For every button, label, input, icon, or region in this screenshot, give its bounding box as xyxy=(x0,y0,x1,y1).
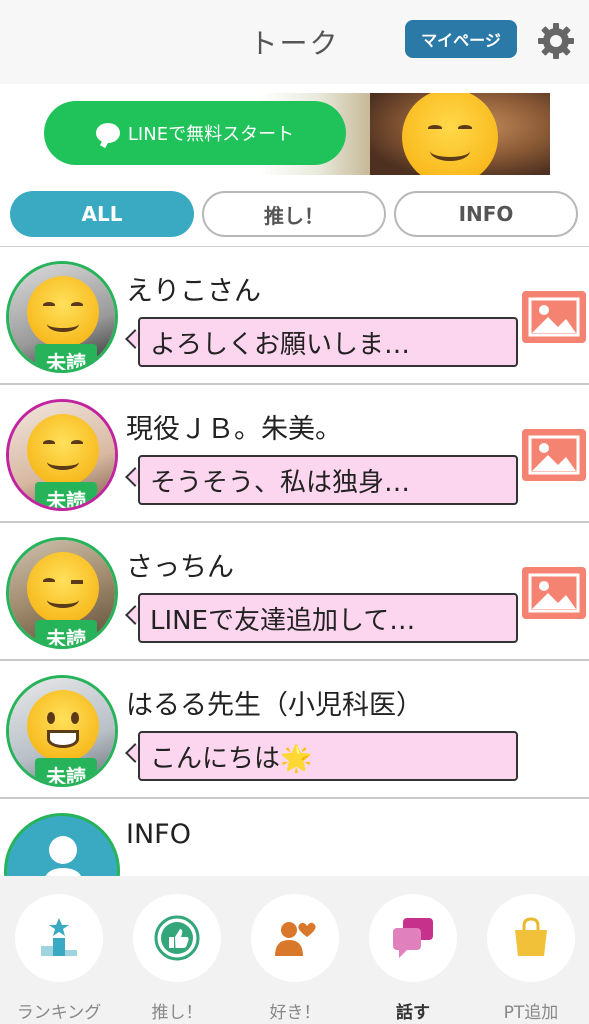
thumbs-up-icon xyxy=(154,915,200,961)
message-bubble: こんにちは🌟 xyxy=(138,731,518,781)
emoji-eye xyxy=(428,125,442,131)
nav-item-hanasu[interactable]: 話す xyxy=(354,876,472,1024)
nav-label: ランキング xyxy=(16,1003,102,1023)
nav-item-oshi[interactable]: 推し！ xyxy=(118,876,236,1024)
chat-name: INFO xyxy=(126,819,191,850)
tab-all[interactable]: ALL xyxy=(10,191,194,237)
message-bubble: LINEで友達追加して… xyxy=(138,593,518,643)
message-bubble: そうそう、私は独身… xyxy=(138,455,518,505)
filter-tabs: ALL 推し！ INFO xyxy=(0,188,589,242)
photo-icon[interactable] xyxy=(522,291,586,343)
blushing-emoji-icon xyxy=(27,414,99,486)
emoji-mouth xyxy=(47,316,79,332)
emoji-eye xyxy=(71,440,83,446)
promo-banner[interactable]: LINEで無料スタート xyxy=(40,93,550,175)
tab-info[interactable]: INFO xyxy=(394,191,578,237)
emoji-mouth xyxy=(47,454,79,470)
emoji-eye xyxy=(43,302,55,308)
chat-row-eriko[interactable]: 未読 えりこさん よろしくお願いしま… xyxy=(0,247,589,385)
line-start-button[interactable]: LINEで無料スタート xyxy=(44,101,346,165)
info-avatar[interactable] xyxy=(4,813,120,876)
tab-oshi[interactable]: 推し！ xyxy=(202,191,386,237)
info-icon xyxy=(45,836,82,876)
unread-badge: 未読 xyxy=(35,482,97,508)
smiley-emoji-icon xyxy=(402,93,498,175)
emoji-eye xyxy=(47,712,55,724)
avatar[interactable]: 未読 xyxy=(6,537,118,649)
nav-circle xyxy=(15,894,103,982)
emoji-mouth xyxy=(47,730,79,748)
avatar[interactable]: 未読 xyxy=(6,261,118,373)
bottom-nav: ランキング 推し！ 好き！ 話す PT追加 xyxy=(0,876,589,1024)
chat-name: さっちん xyxy=(126,552,234,583)
chat-name: えりこさん xyxy=(126,276,261,307)
chat-row-akemi[interactable]: 未読 現役ＪＢ。朱美。 そうそう、私は独身… xyxy=(0,385,589,523)
unread-badge: 未読 xyxy=(35,758,97,784)
emoji-eye xyxy=(458,125,472,131)
chat-name: はるる先生（小児科医） xyxy=(126,690,423,721)
emoji-wink-eye xyxy=(71,578,83,584)
nav-item-pt[interactable]: PT追加 xyxy=(472,876,589,1024)
emoji-mouth xyxy=(430,141,470,161)
chat-row-haruru[interactable]: 未読 はるる先生（小児科医） こんにちは🌟 xyxy=(0,661,589,799)
emoji-eye xyxy=(43,578,55,584)
emoji-eye xyxy=(71,302,83,308)
nav-circle xyxy=(369,894,457,982)
shopping-bag-icon xyxy=(515,917,547,956)
avatar[interactable]: 未読 xyxy=(6,675,118,787)
photo-icon[interactable] xyxy=(522,567,586,619)
chat-row-info[interactable]: INFO xyxy=(0,799,589,876)
avatar[interactable]: 未読 xyxy=(6,399,118,511)
nav-item-suki[interactable]: 好き！ xyxy=(236,876,354,1024)
nav-circle xyxy=(133,894,221,982)
nav-label: 話す xyxy=(396,1003,430,1023)
mypage-button[interactable]: マイページ xyxy=(405,20,517,58)
ranking-podium-icon xyxy=(41,918,77,956)
nav-label: PT追加 xyxy=(503,1003,559,1023)
emoji-eye xyxy=(43,440,55,446)
gear-icon[interactable] xyxy=(536,21,576,61)
nav-label: 推し！ xyxy=(151,1003,203,1023)
grinning-emoji-icon xyxy=(27,690,99,762)
chat-name: 現役ＪＢ。朱美。 xyxy=(126,414,342,445)
nav-item-ranking[interactable]: ランキング xyxy=(0,876,118,1024)
unread-badge: 未読 xyxy=(35,620,97,646)
photo-icon[interactable] xyxy=(522,429,586,481)
top-bar: トーク マイページ xyxy=(0,0,589,84)
winking-emoji-icon xyxy=(27,552,99,624)
nav-circle xyxy=(251,894,339,982)
chat-list: 未読 えりこさん よろしくお願いしま… 未読 現役ＪＢ。朱美。 そうそう、私は独… xyxy=(0,246,589,876)
nav-circle xyxy=(487,894,575,982)
chat-row-sacchin[interactable]: 未読 さっちん LINEで友達追加して… xyxy=(0,523,589,661)
line-logo-icon xyxy=(95,123,120,143)
chat-bubbles-icon xyxy=(393,918,433,958)
message-bubble: よろしくお願いしま… xyxy=(138,317,518,367)
line-start-label: LINEで無料スタート xyxy=(127,124,295,145)
people-heart-icon xyxy=(275,922,316,956)
smiley-emoji-icon xyxy=(27,276,99,348)
unread-badge: 未読 xyxy=(35,344,97,370)
emoji-mouth xyxy=(47,592,79,608)
emoji-eye xyxy=(71,712,79,724)
nav-label: 好き！ xyxy=(269,1003,321,1023)
